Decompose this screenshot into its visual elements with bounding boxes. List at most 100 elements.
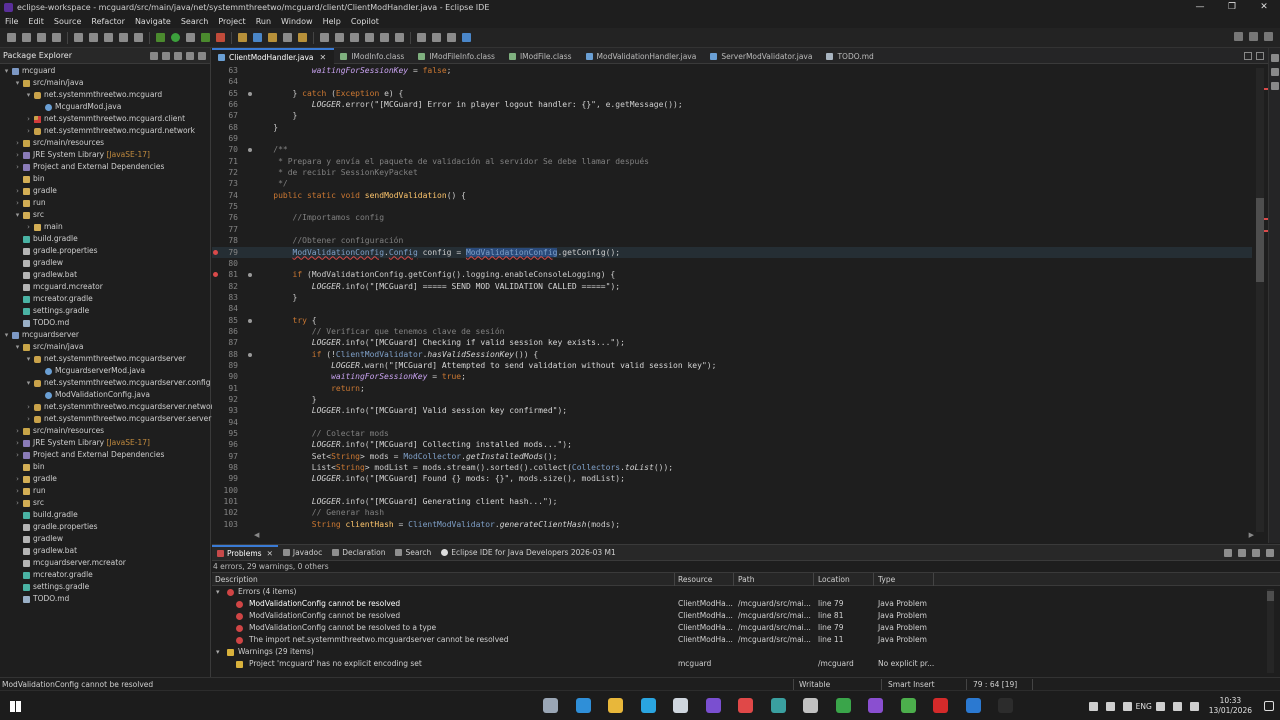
maximize-view-icon[interactable] (1266, 548, 1274, 557)
bottom-panel-tab[interactable]: Eclipse IDE for Java Developers 2026-03 … (436, 545, 621, 561)
eclipse-taskbar-icon[interactable] (803, 698, 818, 713)
file-explorer-icon[interactable] (543, 698, 558, 713)
tree-item[interactable]: mcguardserver.mcreator (0, 557, 211, 569)
minecraft-icon[interactable] (835, 698, 851, 713)
run-dropdown-icon[interactable] (186, 33, 195, 42)
code-line[interactable]: 91 return; (212, 383, 1252, 394)
tree-item[interactable]: build.gradle (0, 509, 211, 521)
bottom-panel-tab[interactable]: Declaration (327, 545, 390, 561)
new-java-class-icon[interactable] (253, 33, 262, 42)
collapsed-chevron-icon[interactable]: › (14, 149, 21, 161)
menu-project[interactable]: Project (213, 17, 250, 26)
battery-icon[interactable] (1189, 701, 1199, 711)
copilot-view-icon[interactable] (1270, 82, 1279, 90)
tree-item[interactable]: mcreator.gradle (0, 293, 211, 305)
code-line[interactable]: 81 if (ModValidationConfig.getConfig().l… (212, 269, 1252, 280)
code-line[interactable]: 83 } (212, 292, 1252, 303)
expanded-chevron-icon[interactable]: ▾ (3, 329, 10, 341)
menu-file[interactable]: File (0, 17, 23, 26)
close-button[interactable]: ✕ (1248, 0, 1280, 15)
code-line[interactable]: 84 (212, 303, 1252, 314)
folder-icon[interactable] (608, 698, 623, 713)
tree-item[interactable]: › src/main/resources (0, 425, 211, 437)
minimize-button[interactable]: — (1184, 0, 1216, 15)
code-line[interactable]: 87 LOGGER.info("[MCGuard] Checking if va… (212, 337, 1252, 348)
problem-row[interactable]: ModValidationConfig cannot be resolved Cl… (212, 610, 1280, 622)
column-path[interactable]: Path (738, 575, 754, 584)
toggle-block-selection-icon[interactable] (350, 33, 359, 42)
collapsed-chevron-icon[interactable]: › (14, 497, 21, 509)
fold-toggle-icon[interactable] (248, 148, 252, 153)
scroll-left-icon[interactable]: ◀ (254, 531, 259, 539)
column-type[interactable]: Type (878, 575, 895, 584)
notifications-icon[interactable] (1264, 701, 1274, 711)
menu-source[interactable]: Source (49, 17, 86, 26)
annotation-next-icon[interactable] (380, 33, 389, 42)
problem-row[interactable]: ModValidationConfig cannot be resolved Cl… (212, 598, 1280, 610)
close-view-icon[interactable]: ✕ (267, 549, 273, 558)
collapsed-chevron-icon[interactable]: › (14, 437, 21, 449)
column-location[interactable]: Location (818, 575, 850, 584)
bottom-panel-tab[interactable]: Search (390, 545, 436, 561)
tree-item[interactable]: ▾ net.systemmthreetwo.mcguardserver (0, 353, 211, 365)
view-menu-icon[interactable] (1238, 548, 1246, 557)
code-line[interactable]: 100 (212, 485, 1252, 496)
code-line[interactable]: 88 if (!ClientModValidator.hasValidSessi… (212, 349, 1252, 360)
tree-item[interactable]: › src (0, 497, 211, 509)
tree-item[interactable]: › net.systemmthreetwo.mcguardserver.serve… (0, 413, 211, 425)
code-line[interactable]: 64 (212, 76, 1252, 87)
collapsed-chevron-icon[interactable]: › (25, 401, 32, 413)
collapsed-chevron-icon[interactable]: › (14, 161, 21, 173)
tree-item[interactable]: › src/main/resources (0, 137, 211, 149)
code-line[interactable]: 78 //Obtener configuración (212, 235, 1252, 246)
tray-overflow-icon[interactable] (1088, 701, 1098, 711)
link-with-editor-icon[interactable] (162, 51, 170, 60)
tree-item[interactable]: ▾ mcguard (0, 65, 211, 77)
editor-scroll-thumb[interactable] (1256, 198, 1264, 282)
expanded-chevron-icon[interactable]: ▾ (216, 586, 220, 598)
fold-toggle-icon[interactable] (248, 273, 252, 278)
maximize-view-icon[interactable] (198, 51, 206, 60)
debug-icon[interactable] (156, 33, 165, 42)
tree-item[interactable]: › run (0, 485, 211, 497)
tree-item[interactable]: ▾ src/main/java (0, 77, 211, 89)
editor-vertical-scrollbar[interactable] (1256, 68, 1264, 532)
cloud-icon[interactable] (1122, 701, 1132, 711)
tree-item[interactable]: mcreator.gradle (0, 569, 211, 581)
code-line[interactable]: 74 public static void sendModValidation(… (212, 190, 1252, 201)
outline-view-icon[interactable] (1270, 54, 1279, 62)
fold-toggle-icon[interactable] (248, 91, 252, 96)
collapsed-chevron-icon[interactable]: › (25, 413, 32, 425)
column-description[interactable]: Description (215, 575, 258, 584)
collapsed-chevron-icon[interactable]: › (25, 125, 32, 137)
tree-item[interactable]: › Project and External Dependencies (0, 161, 211, 173)
back-icon[interactable] (432, 33, 441, 42)
code-line[interactable]: 68 } (212, 122, 1252, 133)
external-tools-icon[interactable] (216, 33, 225, 42)
editor-tab[interactable]: ServerModValidator.java (704, 48, 820, 64)
problem-group[interactable]: ▾ Errors (4 items) (212, 586, 1280, 598)
view-menu-icon[interactable] (174, 51, 182, 60)
editor-horizontal-scrollbar[interactable]: ◀ ▶ (254, 531, 1254, 539)
package-explorer-title[interactable]: Package Explorer (3, 51, 72, 60)
save-all-icon[interactable] (37, 33, 46, 42)
tree-item[interactable]: TODO.md (0, 593, 211, 605)
redo-icon[interactable] (89, 33, 98, 42)
fold-toggle-icon[interactable] (248, 318, 252, 323)
code-line[interactable]: 86 // Verificar que tenemos clave de ses… (212, 326, 1252, 337)
tree-item[interactable]: › gradle (0, 473, 211, 485)
steam-icon[interactable] (770, 698, 786, 713)
coverage-icon[interactable] (201, 33, 210, 42)
code-line[interactable]: 98 List<String> modList = mods.stream().… (212, 462, 1252, 473)
search-toolbar-icon[interactable] (283, 33, 292, 42)
editor-tab[interactable]: IModInfo.class (334, 48, 412, 64)
maximize-editor-icon[interactable] (1256, 52, 1264, 60)
open-type-icon[interactable] (268, 33, 277, 42)
editor-tab[interactable]: TODO.md (820, 48, 881, 64)
expanded-chevron-icon[interactable]: ▾ (14, 341, 21, 353)
new-icon[interactable] (7, 33, 16, 42)
windows-start-icon[interactable] (10, 701, 21, 712)
tree-item[interactable]: McguardserverMod.java (0, 365, 211, 377)
tree-item[interactable]: TODO.md (0, 317, 211, 329)
code-line[interactable]: 73 */ (212, 178, 1252, 189)
